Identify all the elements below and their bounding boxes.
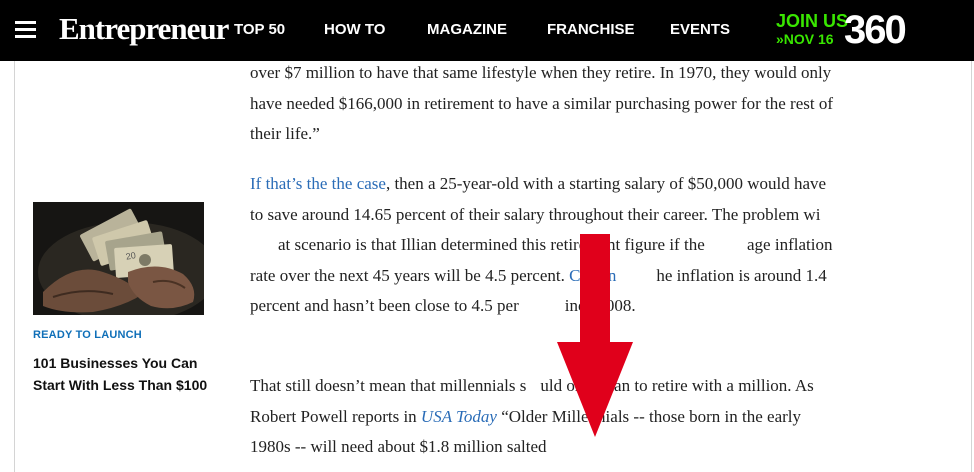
nav-franchise[interactable]: FRANCHISE (547, 21, 635, 38)
paragraph-text: over $7 million to have that same lifest… (250, 63, 833, 143)
svg-text:20: 20 (125, 250, 137, 262)
promo-360-logo: 360 (844, 8, 907, 52)
promo-join-text: JOIN US (776, 11, 849, 31)
nav-magazine[interactable]: MAGAZINE (427, 21, 507, 38)
nav-top-50[interactable]: TOP 50 (234, 21, 285, 38)
hamburger-menu-icon[interactable] (15, 21, 36, 39)
paragraph-text: That still doesn’t mean that millennials… (250, 376, 527, 395)
article-paragraph: That still doesn’t mean that millennials… (250, 371, 840, 463)
promo-date-text: »NOV 16 (776, 31, 834, 47)
article-paragraph: If that’s the the case, then a 25-year-o… (250, 169, 840, 322)
usa-today-link[interactable]: USA Today (421, 407, 497, 426)
site-logo[interactable]: Entrepreneur (59, 11, 229, 47)
inline-link[interactable]: If that’s the the case (250, 174, 386, 193)
nav-how-to[interactable]: HOW TO (324, 21, 385, 38)
sidebar-article-title[interactable]: 101 Businesses You Can Start With Less T… (33, 352, 213, 396)
page-edge-divider (14, 61, 15, 472)
nav-events[interactable]: EVENTS (670, 21, 730, 38)
money-in-hands-image: 20 (33, 202, 204, 315)
red-down-arrow-icon (557, 234, 633, 437)
sidebar-category-label[interactable]: READY TO LAUNCH (33, 329, 142, 341)
page-edge-divider (971, 61, 972, 472)
article-paragraph: over $7 million to have that same lifest… (250, 58, 840, 150)
sidebar-thumbnail-image[interactable]: 20 (33, 202, 204, 315)
top-navigation-bar: Entrepreneur TOP 50 HOW TO MAGAZINE FRAN… (0, 0, 974, 61)
paragraph-text: at scenario is that Illian determined th… (278, 235, 709, 254)
